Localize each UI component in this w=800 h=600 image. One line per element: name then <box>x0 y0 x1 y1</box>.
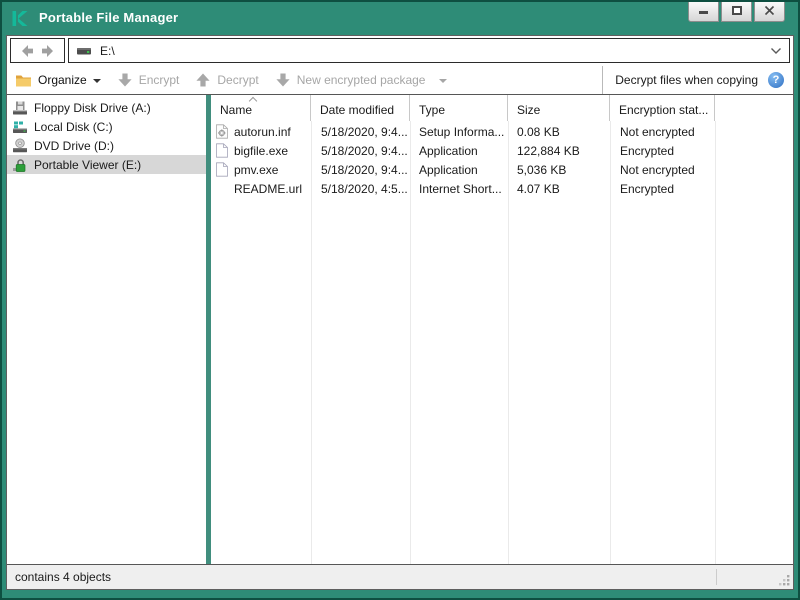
decrypt-label: Decrypt <box>217 73 259 87</box>
new-package-caret-icon <box>439 79 448 83</box>
maximize-icon <box>731 6 742 15</box>
portable-file-manager-window: Portable File Manager E:\ Organize Encry… <box>0 0 800 600</box>
address-path: E:\ <box>100 43 115 58</box>
arrow-down-icon <box>118 73 132 87</box>
window-controls <box>688 2 785 22</box>
status-bar: contains 4 objects <box>7 564 793 589</box>
file-encryption-status: Not encrypted <box>620 124 695 139</box>
arrow-up-icon <box>196 73 210 87</box>
navigation-buttons <box>10 38 65 63</box>
sidebar-item-label: DVD Drive (D:) <box>34 138 114 153</box>
column-header-encryption-status[interactable]: Encryption stat... <box>610 95 715 121</box>
file-type: Setup Informa... <box>419 124 505 139</box>
file-row-autorun-inf[interactable]: autorun.inf 5/18/2020, 9:4... Setup Info… <box>211 122 793 141</box>
file-size: 4.07 KB <box>517 181 560 196</box>
main-area: Floppy Disk Drive (A:) Local Disk (C:) D… <box>7 95 793 564</box>
decrypt-when-copying-section: Decrypt files when copying ? <box>602 66 793 94</box>
minimize-icon <box>699 11 708 14</box>
window-content: E:\ Organize Encrypt Decrypt New encrypt… <box>6 35 794 590</box>
title-bar[interactable]: Portable File Manager <box>2 2 798 34</box>
resize-grip[interactable] <box>778 574 791 587</box>
file-size: 5,036 KB <box>517 162 567 177</box>
file-type: Application <box>419 162 478 177</box>
sidebar-item-dvd-d[interactable]: DVD Drive (D:) <box>7 136 206 155</box>
file-date: 5/18/2020, 9:4... <box>321 143 408 158</box>
sidebar-item-local-c[interactable]: Local Disk (C:) <box>7 117 206 136</box>
organize-caret-icon <box>92 79 101 83</box>
sidebar-item-portable-e[interactable]: Portable Viewer (E:) <box>7 155 206 174</box>
encrypt-button[interactable]: Encrypt <box>109 66 188 94</box>
column-header-date-modified[interactable]: Date modified <box>311 95 410 121</box>
file-encryption-status: Not encrypted <box>620 162 695 177</box>
file-encryption-status: Encrypted <box>620 143 675 158</box>
arrow-down-icon <box>276 73 290 87</box>
address-bar[interactable]: E:\ <box>68 38 790 63</box>
close-button[interactable] <box>754 2 785 22</box>
blank-icon <box>215 181 229 196</box>
encrypt-label: Encrypt <box>138 73 180 87</box>
file-name: bigfile.exe <box>234 143 289 158</box>
toolbar: Organize Encrypt Decrypt New encrypted p… <box>7 66 793 95</box>
file-name: autorun.inf <box>234 124 291 139</box>
dvd-drive-icon <box>13 137 27 152</box>
sidebar-item-label: Floppy Disk Drive (A:) <box>34 100 151 115</box>
sidebar-item-floppy-a[interactable]: Floppy Disk Drive (A:) <box>7 98 206 117</box>
file-name: README.url <box>234 181 303 196</box>
drives-sidebar: Floppy Disk Drive (A:) Local Disk (C:) D… <box>7 95 206 564</box>
chevron-down-icon[interactable] <box>770 47 782 55</box>
hard-disk-icon <box>13 121 27 133</box>
drive-icon <box>77 47 91 54</box>
sidebar-item-label: Local Disk (C:) <box>34 119 113 134</box>
lock-icon <box>13 158 26 172</box>
maximize-button[interactable] <box>721 2 752 22</box>
forward-button[interactable] <box>39 43 55 59</box>
new-encrypted-package-label: New encrypted package <box>296 73 426 87</box>
file-date: 5/18/2020, 9:4... <box>321 162 408 177</box>
file-date: 5/18/2020, 9:4... <box>321 124 408 139</box>
file-list: Name Date modified Type Size Encryption … <box>211 95 793 564</box>
help-icon[interactable]: ? <box>768 72 784 88</box>
file-date: 5/18/2020, 4:5... <box>321 181 408 196</box>
folder-icon <box>16 75 31 86</box>
window-title: Portable File Manager <box>39 10 179 25</box>
kaspersky-logo-icon <box>12 11 28 26</box>
back-button[interactable] <box>20 43 36 59</box>
minimize-button[interactable] <box>688 2 719 22</box>
file-rows: autorun.inf 5/18/2020, 9:4... Setup Info… <box>211 122 793 198</box>
column-header-name[interactable]: Name <box>211 95 311 121</box>
file-size: 0.08 KB <box>517 124 560 139</box>
column-header-type[interactable]: Type <box>410 95 508 121</box>
column-headers: Name Date modified Type Size Encryption … <box>211 95 793 121</box>
decrypt-button[interactable]: Decrypt <box>187 66 266 94</box>
setup-file-icon <box>216 124 228 139</box>
file-type: Application <box>419 143 478 158</box>
organize-label: Organize <box>38 73 87 87</box>
close-icon <box>764 5 775 16</box>
floppy-drive-icon <box>13 101 27 114</box>
file-row-pmv-exe[interactable]: pmv.exe 5/18/2020, 9:4... Application 5,… <box>211 160 793 179</box>
file-icon <box>216 162 228 177</box>
status-text: contains 4 objects <box>15 570 112 584</box>
address-row: E:\ <box>7 36 793 66</box>
file-type: Internet Short... <box>419 181 502 196</box>
file-name: pmv.exe <box>234 162 279 177</box>
file-encryption-status: Encrypted <box>620 181 675 196</box>
column-header-empty <box>715 95 793 121</box>
sidebar-item-label: Portable Viewer (E:) <box>34 157 142 172</box>
file-row-bigfile-exe[interactable]: bigfile.exe 5/18/2020, 9:4... Applicatio… <box>211 141 793 160</box>
new-encrypted-package-button[interactable]: New encrypted package <box>267 66 456 94</box>
decrypt-when-copying-label: Decrypt files when copying <box>615 73 758 87</box>
file-icon <box>216 143 228 158</box>
organize-button[interactable]: Organize <box>7 66 109 94</box>
file-row-readme-url[interactable]: README.url 5/18/2020, 4:5... Internet Sh… <box>211 179 793 198</box>
status-bar-divider <box>716 569 717 585</box>
column-header-size[interactable]: Size <box>508 95 610 121</box>
file-size: 122,884 KB <box>517 143 580 158</box>
